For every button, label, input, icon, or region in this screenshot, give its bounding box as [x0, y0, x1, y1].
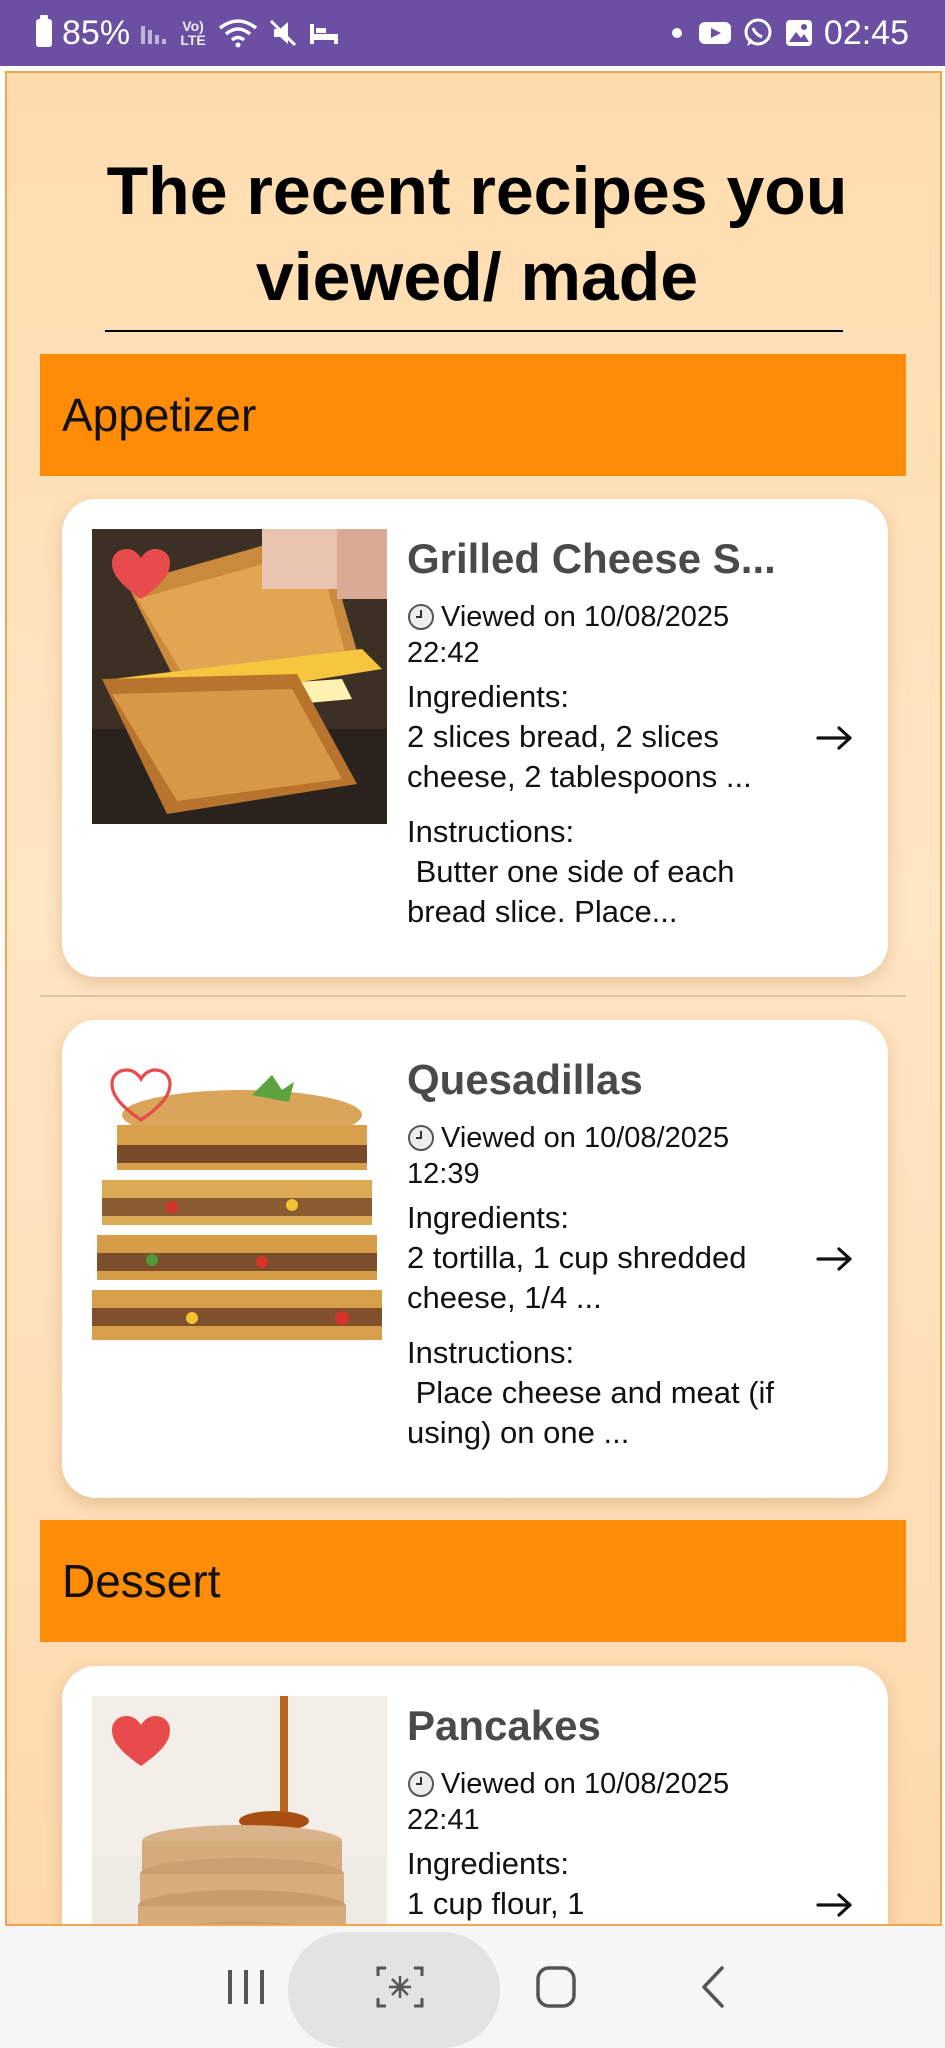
page-title: The recent recipes you viewed/ made — [106, 153, 848, 315]
viewed-text: Viewed on 10/08/2025 22:42 — [407, 601, 730, 669]
arrow-right-icon[interactable] — [815, 1244, 855, 1274]
recipe-card-pancakes[interactable]: Pancakes Viewed on 10/08/2025 22:41 Ingr… — [62, 1666, 888, 1924]
status-right: 02:45 — [671, 13, 909, 53]
recipe-title: Pancakes — [407, 1702, 601, 1749]
instructions-label: Instructions: — [407, 1335, 575, 1370]
ingredients-text: 1 cup flour, 1 — [407, 1886, 585, 1921]
status-bar: 85% Vo) LTE 02:45 — [0, 0, 945, 66]
battery-icon — [36, 15, 52, 47]
instructions-block: Instructions: Butter one side of each br… — [407, 812, 797, 932]
title-underline — [105, 330, 843, 332]
ingredients-block: Ingredients: 2 slices bread, 2 slices ch… — [407, 677, 797, 797]
clock-time: 02:45 — [823, 13, 909, 52]
recipe-image-pancakes — [92, 1696, 387, 1924]
signal-icon — [140, 20, 168, 46]
ingredients-label: Ingredients: — [407, 1200, 569, 1235]
recipe-card-quesadillas[interactable]: Quesadillas Viewed on 10/08/2025 12:39 I… — [62, 1020, 888, 1498]
network-badge: Vo) LTE — [180, 18, 206, 48]
recipe-title: Grilled Cheese S... — [407, 535, 776, 582]
recipe-title: Quesadillas — [407, 1056, 643, 1103]
favorite-heart-outline-icon[interactable] — [110, 1068, 172, 1124]
ingredients-block: Ingredients: 2 tortilla, 1 cup shredded … — [407, 1198, 797, 1318]
youtube-icon — [698, 20, 732, 46]
viewed-timestamp: Viewed on 10/08/2025 22:41 — [407, 1766, 787, 1838]
instructions-text: Place cheese and meat (if using) on one … — [407, 1375, 783, 1450]
favorite-heart-filled-icon[interactable] — [110, 547, 172, 603]
instructions-text: Butter one side of each bread slice. Pla… — [407, 854, 744, 929]
gallery-icon — [784, 18, 814, 48]
section-header-appetizer: Appetizer — [40, 354, 906, 476]
viewed-timestamp: Viewed on 10/08/2025 12:39 — [407, 1120, 787, 1192]
viewed-text: Viewed on 10/08/2025 22:41 — [407, 1768, 730, 1836]
recipe-card-grilled-cheese[interactable]: Grilled Cheese S... Viewed on 10/08/2025… — [62, 499, 888, 977]
instructions-label: Instructions: — [407, 814, 575, 849]
section-header-dessert: Dessert — [40, 1520, 906, 1642]
system-navigation-bar — [0, 1926, 945, 2048]
dot-icon — [671, 28, 682, 38]
ingredients-label: Ingredients: — [407, 679, 569, 714]
arrow-right-icon[interactable] — [815, 723, 855, 753]
recipe-image-grilled-cheese — [92, 529, 387, 824]
screenshot-capture-icon[interactable] — [372, 1962, 428, 2012]
whatsapp-icon — [742, 17, 774, 49]
recent-apps-icon[interactable] — [218, 1962, 274, 2012]
mute-icon — [268, 18, 298, 48]
recipe-image-quesadillas — [92, 1050, 387, 1345]
back-icon[interactable] — [686, 1962, 742, 2012]
battery-level: 85% — [62, 13, 131, 52]
clock-icon — [408, 1771, 434, 1797]
arrow-right-icon[interactable] — [815, 1890, 855, 1920]
clock-icon — [408, 604, 434, 630]
ingredients-block: Ingredients: 1 cup flour, 1 — [407, 1844, 797, 1924]
home-icon[interactable] — [528, 1962, 584, 2012]
volte-icon: Vo) LTE — [178, 19, 208, 47]
ingredients-text: 2 tortilla, 1 cup shredded cheese, 1/4 .… — [407, 1240, 747, 1315]
card-divider — [40, 995, 906, 997]
clock-icon — [408, 1125, 434, 1151]
ingredients-text: 2 slices bread, 2 slices cheese, 2 table… — [407, 719, 752, 794]
recent-recipes-screen: The recent recipes you viewed/ made Appe… — [5, 71, 942, 1926]
viewed-timestamp: Viewed on 10/08/2025 22:42 — [407, 599, 787, 671]
favorite-heart-filled-icon[interactable] — [110, 1714, 172, 1770]
viewed-text: Viewed on 10/08/2025 12:39 — [407, 1122, 730, 1190]
status-left: 85% Vo) LTE — [36, 14, 340, 53]
sleep-icon — [308, 20, 340, 46]
wifi-icon — [218, 18, 258, 48]
ingredients-label: Ingredients: — [407, 1846, 569, 1881]
instructions-block: Instructions: Place cheese and meat (if … — [407, 1333, 797, 1453]
